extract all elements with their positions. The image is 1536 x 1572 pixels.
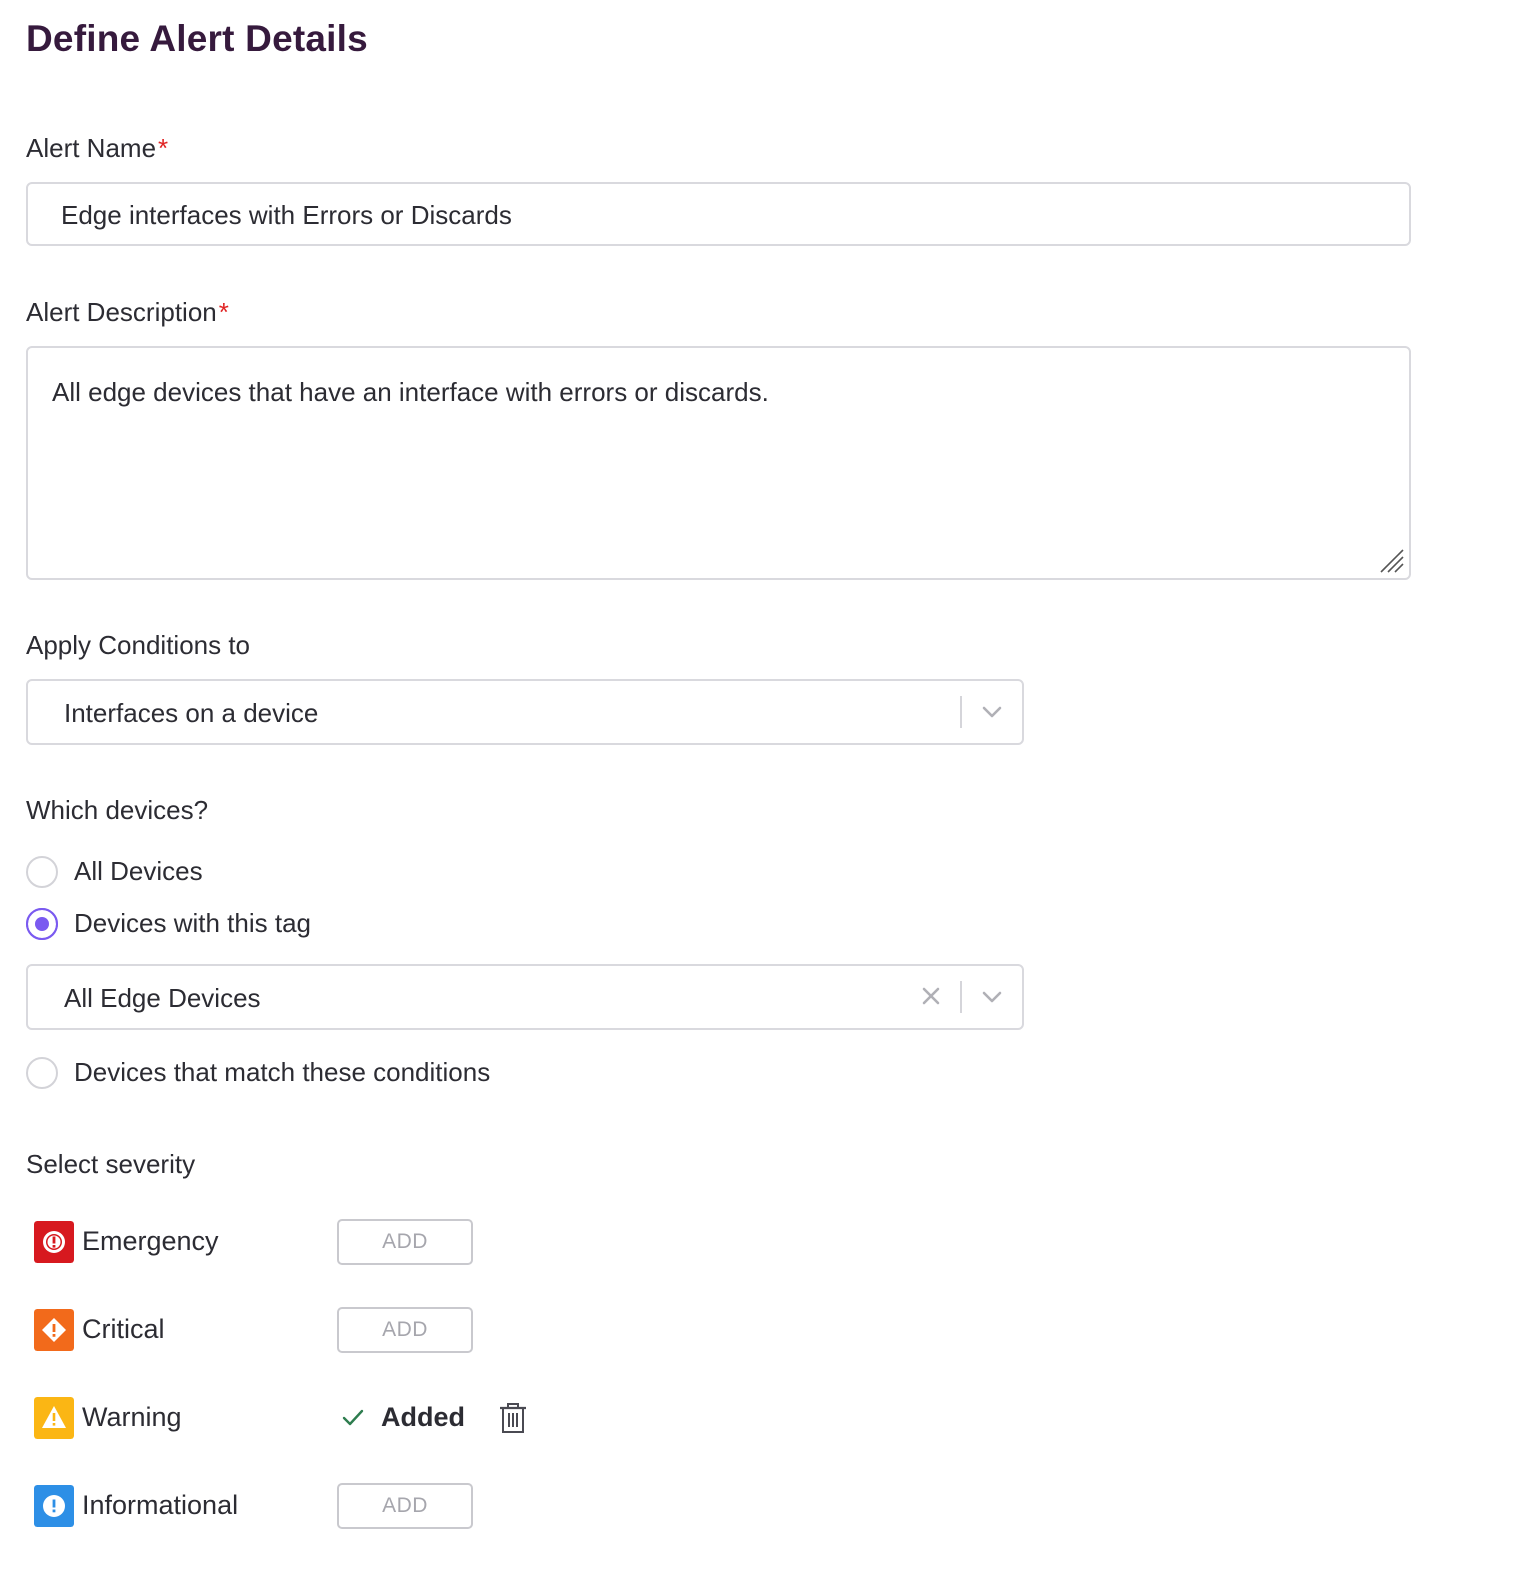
radio-devices-with-tag[interactable]	[26, 908, 58, 940]
alert-name-label: Alert Name*	[26, 133, 168, 164]
apply-conditions-label: Apply Conditions to	[26, 630, 251, 660]
chevron-down-icon[interactable]	[981, 988, 1003, 1006]
device-tag-select[interactable]: All Edge Devices	[26, 964, 1024, 1030]
radio-devices-match-conditions-label[interactable]: Devices that match these conditions	[74, 1057, 490, 1088]
trash-icon[interactable]	[499, 1402, 527, 1434]
warning-icon	[34, 1397, 74, 1439]
radio-devices-match-conditions[interactable]	[26, 1057, 58, 1089]
check-icon	[342, 1409, 364, 1426]
required-mark: *	[158, 133, 169, 163]
severity-label-warning: Warning	[82, 1402, 182, 1432]
apply-conditions-select[interactable]: Interfaces on a device	[26, 679, 1024, 745]
add-informational-button[interactable]: ADD	[337, 1483, 473, 1529]
emergency-icon	[34, 1221, 74, 1263]
add-critical-button[interactable]: ADD	[337, 1307, 473, 1353]
resize-handle-icon[interactable]	[1379, 548, 1405, 574]
alert-name-value: Edge interfaces with Errors or Discards	[61, 200, 512, 230]
radio-all-devices-label[interactable]: All Devices	[74, 856, 203, 887]
severity-label-critical: Critical	[82, 1314, 165, 1344]
critical-icon	[34, 1309, 74, 1351]
device-tag-value: All Edge Devices	[64, 983, 261, 1013]
required-mark: *	[218, 297, 229, 327]
radio-devices-with-tag-label[interactable]: Devices with this tag	[74, 908, 311, 939]
select-separator	[960, 696, 962, 728]
info-icon	[34, 1485, 74, 1527]
apply-conditions-value: Interfaces on a device	[64, 698, 319, 728]
alert-name-label-text: Alert Name	[26, 133, 157, 163]
which-devices-label: Which devices?	[26, 795, 209, 825]
radio-all-devices[interactable]	[26, 856, 58, 888]
chevron-down-icon[interactable]	[981, 703, 1003, 721]
added-status: Added	[381, 1402, 465, 1432]
alert-name-input[interactable]: Edge interfaces with Errors or Discards	[26, 182, 1411, 246]
select-separator	[960, 981, 962, 1013]
add-emergency-button[interactable]: ADD	[337, 1219, 473, 1265]
alert-description-value: All edge devices that have an interface …	[52, 377, 769, 407]
page-title: Define Alert Details	[26, 18, 368, 59]
alert-description-textarea[interactable]: All edge devices that have an interface …	[26, 346, 1411, 580]
severity-label-informational: Informational	[82, 1490, 239, 1520]
select-severity-label: Select severity	[26, 1149, 196, 1179]
severity-label-emergency: Emergency	[82, 1226, 219, 1256]
clear-icon[interactable]	[921, 986, 941, 1006]
alert-description-label-text: Alert Description	[26, 297, 217, 327]
alert-description-label: Alert Description*	[26, 297, 229, 328]
